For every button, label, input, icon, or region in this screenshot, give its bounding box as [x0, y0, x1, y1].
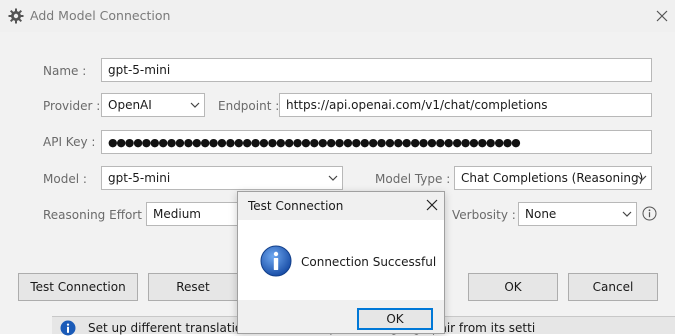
test-connection-dialog: Test Connection Connection Successful OK [237, 191, 445, 334]
endpoint-label: Endpoint : [218, 99, 280, 113]
model-label: Model : [43, 172, 87, 186]
provider-label: Provider : [43, 99, 101, 113]
provider-value: OpenAI [108, 98, 152, 112]
verbosity-value: None [525, 207, 557, 221]
test-connection-button[interactable]: Test Connection [18, 273, 138, 301]
chevron-down-icon [328, 175, 338, 181]
verbosity-select[interactable]: None [518, 202, 637, 226]
info-icon [260, 245, 292, 277]
dialog-title: Test Connection [248, 199, 344, 213]
dialog-ok-button[interactable]: OK [357, 308, 433, 330]
name-input[interactable]: gpt-5-mini [101, 58, 652, 82]
model-type-select[interactable]: Chat Completions (Reasoning) [454, 166, 652, 190]
model-select[interactable]: gpt-5-mini [101, 166, 343, 190]
model-value: gpt-5-mini [108, 171, 171, 185]
provider-select[interactable]: OpenAI [101, 93, 205, 117]
title-bar: Add Model Connection [0, 0, 675, 32]
gear-icon [8, 8, 24, 24]
cancel-button[interactable]: Cancel [568, 273, 658, 301]
api-key-label: API Key : [43, 135, 96, 149]
close-icon[interactable] [652, 6, 672, 26]
model-type-label: Model Type : [375, 172, 451, 186]
reasoning-effort-value: Medium [153, 207, 201, 221]
chevron-down-icon [622, 211, 632, 217]
endpoint-input[interactable]: https://api.openai.com/v1/chat/completio… [279, 93, 652, 117]
reasoning-effort-label: Reasoning Effort : [43, 208, 150, 222]
api-key-input[interactable]: ●●●●●●●●●●●●●●●●●●●●●●●●●●●●●●●●●●●●●●●●… [101, 130, 652, 154]
ok-button[interactable]: OK [468, 273, 558, 301]
name-label: Name : [43, 64, 87, 78]
chevron-down-icon [190, 102, 200, 108]
reset-button[interactable]: Reset [148, 273, 238, 301]
info-icon[interactable] [642, 206, 657, 221]
window-title: Add Model Connection [30, 8, 171, 23]
close-icon[interactable] [424, 197, 440, 213]
chevron-down-icon [637, 175, 647, 181]
dialog-message: Connection Successful [301, 255, 437, 269]
model-type-value: Chat Completions (Reasoning) [461, 171, 644, 185]
verbosity-label: Verbosity : [452, 208, 516, 222]
reasoning-effort-select[interactable]: Medium [146, 202, 246, 226]
